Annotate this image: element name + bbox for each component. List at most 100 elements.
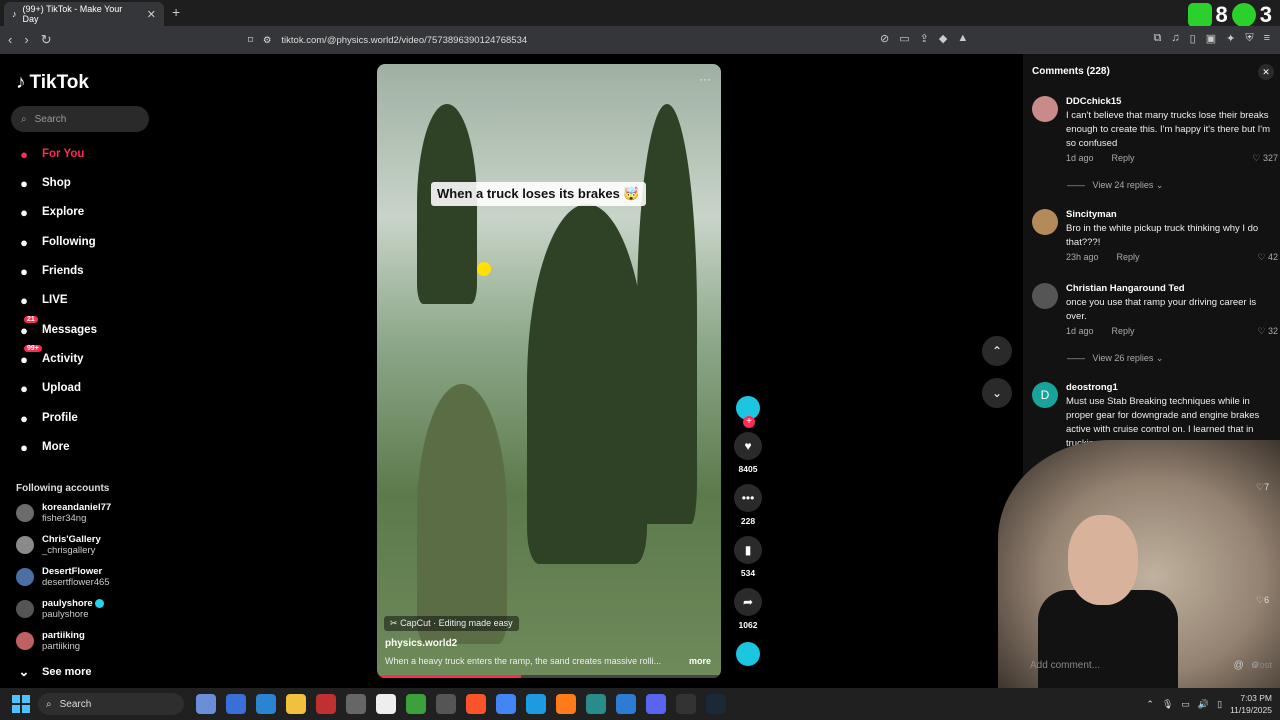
app-icon[interactable] <box>436 694 456 714</box>
following-account[interactable]: paulyshore paulyshore <box>16 598 104 620</box>
video-more-options-icon[interactable]: ··· <box>699 72 711 86</box>
sidebar-item-live[interactable]: ● LIVE <box>16 292 68 308</box>
volume-icon[interactable]: 🔊 <box>1198 699 1209 710</box>
commenter-avatar[interactable] <box>1032 283 1058 309</box>
browser-tab[interactable]: ♪ (99+) TikTok - Make Your Day ✕ <box>4 2 164 26</box>
discord-icon[interactable] <box>646 694 666 714</box>
extensions-icon[interactable]: ⧉ <box>1154 32 1162 45</box>
comment-like[interactable]: ♡ 327 <box>1252 153 1278 164</box>
sound-disc-icon[interactable] <box>736 642 760 666</box>
app-icon[interactable] <box>676 694 696 714</box>
start-icon[interactable] <box>12 695 30 713</box>
sidebar-item-activity[interactable]: ● 99+ Activity <box>16 345 84 367</box>
like-button[interactable]: ♥ <box>734 432 762 460</box>
sidebar-item-upload[interactable]: ● Upload <box>16 380 81 396</box>
post-button[interactable]: Post <box>1253 660 1272 671</box>
taskbar-search[interactable]: ⌕ Search <box>38 693 184 715</box>
kick-extension-icon[interactable] <box>1187 3 1212 27</box>
next-video-button[interactable]: ⌄ <box>982 378 1012 408</box>
tray-chevron-icon[interactable]: ⌃ <box>1146 699 1154 710</box>
following-account[interactable]: Chris'Gallery _chrisgallery <box>16 534 101 556</box>
comment-like[interactable]: ♡ 42 <box>1257 252 1278 263</box>
following-account[interactable]: partiiking partiiking <box>16 630 85 652</box>
video-progress-bar[interactable] <box>377 675 721 678</box>
comment-button[interactable]: ••• <box>734 484 762 512</box>
wallet-icon[interactable]: ▣ <box>1206 32 1216 45</box>
app-icon[interactable] <box>406 694 426 714</box>
see-more-button[interactable]: ⌄ See more <box>16 664 92 680</box>
rewards-icon[interactable]: ▲ <box>957 32 968 45</box>
app-icon[interactable] <box>376 694 396 714</box>
mention-icon[interactable]: @ <box>1234 660 1244 671</box>
save-button[interactable]: ▮ <box>734 536 762 564</box>
vscode-icon[interactable] <box>616 694 636 714</box>
following-account[interactable]: koreandaniel77 fisher34ng <box>16 502 111 524</box>
capcut-tag[interactable]: ✂ CapCut · Editing made easy <box>384 616 519 631</box>
reload-icon[interactable]: ↻ <box>41 32 52 48</box>
comment-like[interactable]: ♡7 <box>1256 482 1269 493</box>
menu-icon[interactable]: ≡ <box>1264 32 1270 45</box>
brave-browser-icon[interactable] <box>466 694 486 714</box>
reply-button[interactable]: Reply <box>1112 326 1135 336</box>
bookmark-icon[interactable]: ⌑ <box>248 35 253 46</box>
translate-icon[interactable]: ⊘ <box>880 32 889 45</box>
view-replies-button[interactable]: —— View 24 replies ⌄ <box>1067 180 1163 191</box>
previous-video-button[interactable]: ⌃ <box>982 336 1012 366</box>
sidebar-item-shop[interactable]: ● Shop <box>16 175 71 191</box>
share-icon[interactable]: ⇪ <box>920 32 929 45</box>
video-player[interactable]: ··· When a truck loses its brakes 🤯 ✂ Ca… <box>377 64 721 678</box>
reply-button[interactable]: Reply <box>1117 252 1140 262</box>
play-extension-icon[interactable] <box>1231 3 1256 27</box>
vpn-icon[interactable]: ⛨ <box>1245 32 1253 45</box>
app-icon[interactable] <box>316 694 336 714</box>
firefox-icon[interactable] <box>556 694 576 714</box>
app-icon[interactable] <box>586 694 606 714</box>
sidebar-item-friends[interactable]: ● Friends <box>16 263 83 279</box>
app-icon[interactable] <box>226 694 246 714</box>
sidebar-toggle-icon[interactable]: ▯ <box>1190 32 1196 45</box>
battery-icon[interactable]: ▯ <box>1217 699 1222 710</box>
follow-plus-icon[interactable]: + <box>743 416 755 428</box>
share-button[interactable]: ➦ <box>734 588 762 616</box>
video-author[interactable]: physics.world2 <box>385 638 457 649</box>
view-replies-button[interactable]: —— View 26 replies ⌄ <box>1067 353 1163 364</box>
network-icon[interactable]: ▭ <box>1181 699 1190 710</box>
app-icon[interactable] <box>346 694 366 714</box>
clock[interactable]: 7:03 PM 11/19/2025 <box>1230 692 1272 716</box>
comment-user[interactable]: Sincityman <box>1066 209 1278 220</box>
folder-icon[interactable] <box>286 694 306 714</box>
more-button[interactable]: more <box>689 656 711 666</box>
sidebar-item-following[interactable]: ● Following <box>16 234 96 250</box>
forward-icon[interactable]: › <box>24 32 28 48</box>
following-account[interactable]: DesertFlower desertflower465 <box>16 566 110 588</box>
comment-like[interactable]: ♡6 <box>1256 595 1269 606</box>
media-icon[interactable]: ♫ <box>1171 32 1179 45</box>
tiktok-logo[interactable]: ♪ TikTok <box>16 72 89 94</box>
creator-avatar[interactable]: + <box>736 396 760 428</box>
reply-button[interactable]: Reply <box>1112 153 1135 163</box>
edge-icon[interactable] <box>526 694 546 714</box>
new-tab-icon[interactable]: + <box>172 4 180 20</box>
back-icon[interactable]: ‹ <box>8 32 12 48</box>
sidebar-item-messages[interactable]: ● 21 Messages <box>16 316 97 338</box>
site-info-icon[interactable]: ⚙ <box>263 35 272 46</box>
commenter-avatar[interactable] <box>1032 209 1058 235</box>
search-input[interactable]: ⌕ Search <box>11 106 149 132</box>
commenter-avatar[interactable] <box>1032 96 1058 122</box>
app-icon[interactable] <box>196 694 216 714</box>
brave-shield-icon[interactable]: ◆ <box>939 32 947 45</box>
sidebar-item-more[interactable]: ● More <box>16 439 69 455</box>
close-comments-icon[interactable]: ✕ <box>1258 64 1274 80</box>
comment-user[interactable]: DDCchick15 <box>1066 96 1278 107</box>
chrome-icon[interactable] <box>496 694 516 714</box>
comment-like[interactable]: ♡ 32 <box>1257 326 1278 337</box>
close-tab-icon[interactable]: ✕ <box>147 8 156 21</box>
app-icon[interactable] <box>256 694 276 714</box>
sidebar-item-for-you[interactable]: ● For You <box>16 146 84 162</box>
add-comment-input[interactable]: Add comment... @ ☺ <box>1030 654 1260 676</box>
steam-icon[interactable] <box>706 694 726 714</box>
sidebar-item-explore[interactable]: ● Explore <box>16 204 84 220</box>
comment-user[interactable]: deostrong1 <box>1066 382 1278 393</box>
sidebar-item-profile[interactable]: ● Profile <box>16 410 78 426</box>
ai-icon[interactable]: ✦ <box>1226 32 1235 45</box>
